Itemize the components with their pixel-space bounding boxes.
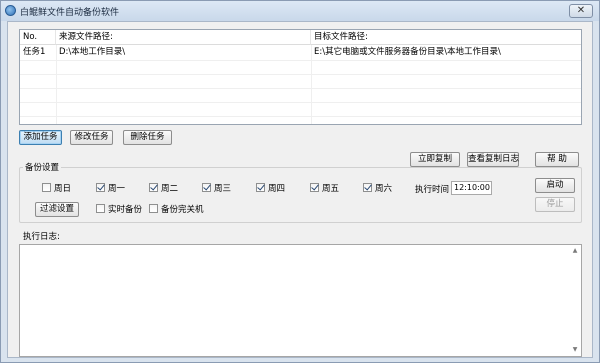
add-task-button[interactable]: 添加任务: [19, 130, 62, 145]
help-button[interactable]: 帮 助: [535, 152, 579, 167]
checkbox-box[interactable]: [256, 183, 265, 192]
app-icon: [5, 5, 16, 16]
view-copy-log-button[interactable]: 查看复制日志: [467, 152, 519, 167]
exec-log-label: 执行日志:: [23, 232, 60, 242]
checkbox-label: 周五: [322, 184, 340, 194]
table-header-no[interactable]: No.: [20, 30, 56, 45]
task-table[interactable]: No. 来源文件路径: 目标文件路径: 任务1 D:\本地工作目录\ E:\其它…: [19, 29, 582, 125]
checkbox-monday[interactable]: 周一: [96, 183, 125, 194]
scroll-down-icon[interactable]: ▼: [569, 344, 581, 356]
exec-time-label: 执行时间: [415, 185, 450, 195]
exec-log-textarea[interactable]: ▲ ▼: [19, 244, 582, 357]
table-cell-source[interactable]: D:\本地工作目录\: [56, 46, 311, 59]
checkbox-label: 周三: [214, 184, 232, 194]
checkbox-thursday[interactable]: 周四: [256, 183, 285, 194]
row-divider: [20, 88, 581, 89]
checkbox-box[interactable]: [310, 183, 319, 192]
checkbox-sunday[interactable]: 周日: [42, 183, 71, 194]
row-divider: [20, 60, 581, 61]
exec-time-input[interactable]: 12:10:00: [451, 181, 492, 195]
close-button[interactable]: ✕: [569, 4, 593, 18]
row-divider: [20, 102, 581, 103]
checkbox-box[interactable]: [149, 183, 158, 192]
checkbox-shutdown-after-backup[interactable]: 备份完关机: [149, 204, 204, 215]
table-header-target[interactable]: 目标文件路径:: [311, 30, 581, 45]
start-button[interactable]: 启动: [535, 178, 575, 193]
checkbox-box[interactable]: [149, 204, 158, 213]
checkbox-wednesday[interactable]: 周三: [202, 183, 231, 194]
table-cell-no[interactable]: 任务1: [20, 46, 56, 59]
checkbox-label: 周日: [54, 184, 72, 194]
checkbox-box[interactable]: [42, 183, 51, 192]
row-divider: [20, 116, 581, 117]
stop-button[interactable]: 停止: [535, 197, 575, 212]
checkbox-box[interactable]: [96, 204, 105, 213]
checkbox-box[interactable]: [363, 183, 372, 192]
checkbox-label: 周四: [268, 184, 286, 194]
scroll-up-icon[interactable]: ▲: [569, 245, 581, 257]
title-bar: 白鲲鲜文件自动备份软件 ✕: [1, 1, 599, 21]
checkbox-label: 周一: [108, 184, 126, 194]
app-window: 白鲲鲜文件自动备份软件 ✕ No. 来源文件路径: 目标文件路径: 任务1 D:…: [0, 0, 600, 363]
checkbox-label: 实时备份: [108, 205, 143, 215]
checkbox-realtime-backup[interactable]: 实时备份: [96, 204, 142, 215]
delete-task-button[interactable]: 删除任务: [123, 130, 172, 145]
filter-settings-button[interactable]: 过滤设置: [35, 202, 79, 217]
checkbox-friday[interactable]: 周五: [310, 183, 339, 194]
checkbox-label: 备份完关机: [161, 205, 204, 215]
checkbox-tuesday[interactable]: 周二: [149, 183, 178, 194]
window-title: 白鲲鲜文件自动备份软件: [20, 8, 120, 18]
checkbox-box[interactable]: [202, 183, 211, 192]
backup-settings-label: 备份设置: [23, 161, 62, 173]
table-cell-target[interactable]: E:\其它电脑或文件服务器备份目录\本地工作目录\: [311, 46, 581, 59]
checkbox-label: 周六: [375, 184, 393, 194]
row-divider: [20, 74, 581, 75]
edit-task-button[interactable]: 修改任务: [70, 130, 113, 145]
table-header-source[interactable]: 来源文件路径:: [56, 30, 311, 45]
checkbox-box[interactable]: [96, 183, 105, 192]
checkbox-saturday[interactable]: 周六: [363, 183, 392, 194]
copy-now-button[interactable]: 立即复制: [410, 152, 460, 167]
checkbox-label: 周二: [161, 184, 179, 194]
client-area: No. 来源文件路径: 目标文件路径: 任务1 D:\本地工作目录\ E:\其它…: [7, 21, 593, 358]
